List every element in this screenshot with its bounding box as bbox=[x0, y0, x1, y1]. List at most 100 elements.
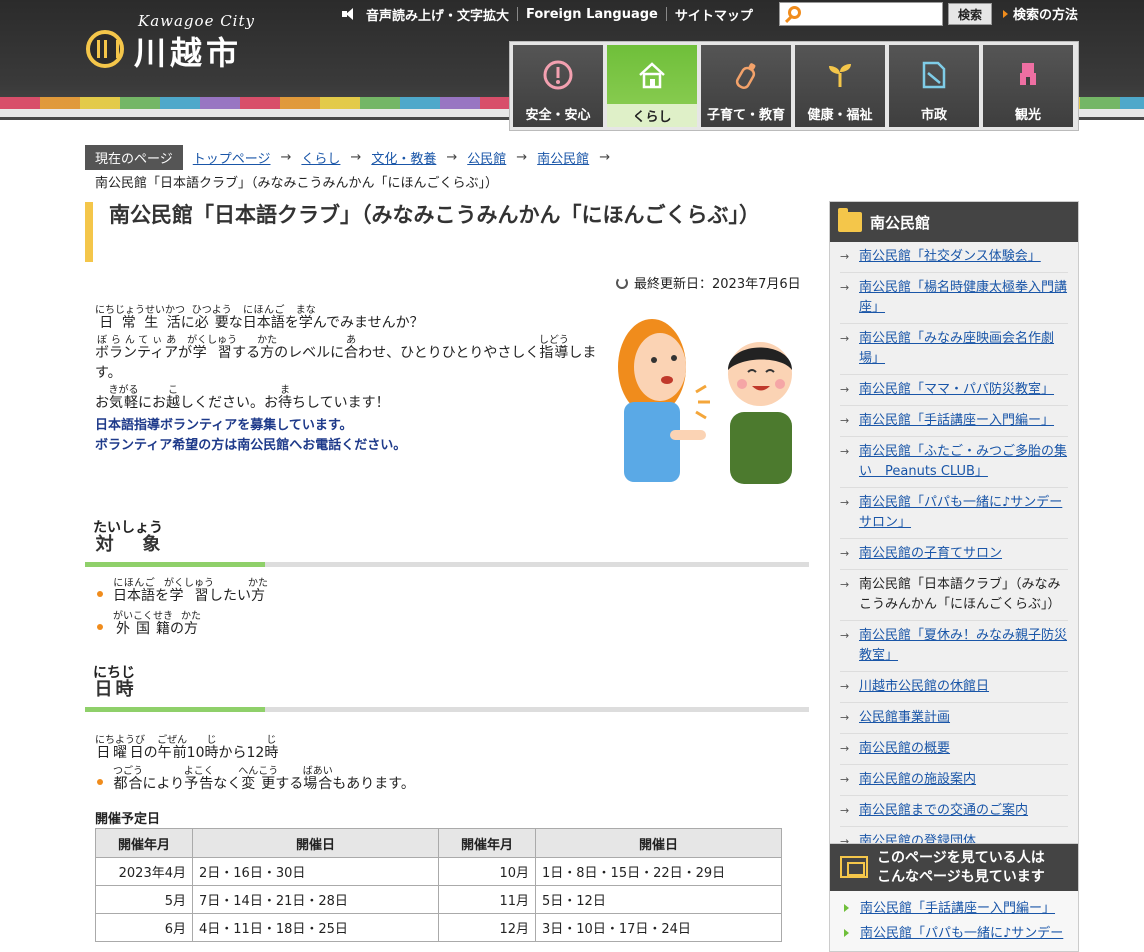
sidebar-link[interactable]: 南公民館「パパも一緒に♪サンデーサロン」 bbox=[859, 495, 1062, 530]
schedule-table-label: 開催予定日 bbox=[95, 812, 161, 827]
nav-health[interactable]: 健康・福祉 bbox=[795, 45, 885, 127]
nav-tourism[interactable]: 観光 bbox=[983, 45, 1073, 127]
table-header: 開催日 bbox=[535, 828, 782, 858]
sidebar-item: 南公民館「楊名時健康太極拳入門講座」 bbox=[840, 273, 1068, 324]
related-link[interactable]: 南公民館「パパも一緒に♪サンデー bbox=[860, 926, 1063, 941]
folder-icon bbox=[838, 208, 862, 232]
breadcrumb-label: 現在のページ bbox=[85, 145, 183, 170]
related-item: 南公民館「手話講座ー入門編ー」 bbox=[842, 895, 1072, 920]
target-list: 日本語にほんごを学習がくしゅうしたい方かた 外国籍がいこくせきの方かた bbox=[95, 578, 268, 644]
related-heading: このページを見ている人は こんなページも見ています bbox=[830, 844, 1078, 891]
related-link[interactable]: 南公民館「手話講座ー入門編ー」 bbox=[860, 901, 1055, 916]
site-logo[interactable]: Kawagoe City 川越市 bbox=[86, 12, 266, 74]
sidebar-link[interactable]: 南公民館「ふたご・みつご多胎の集い Peanuts CLUB」 bbox=[859, 444, 1067, 479]
sidebar-link[interactable]: 南公民館「夏休み！みなみ親子防災教室」 bbox=[859, 628, 1067, 663]
sidebar-item: 南公民館「日本語クラブ」（みなみこうみんかん「にほんごくらぶ」） bbox=[840, 570, 1068, 621]
last-updated: 最終更新日：2023年7月6日 bbox=[616, 273, 801, 292]
logo-name: 川越市 bbox=[134, 34, 243, 72]
breadcrumb-link[interactable]: くらし bbox=[301, 148, 340, 167]
nav-label: 安全・安心 bbox=[525, 108, 591, 123]
document-icon bbox=[922, 61, 946, 89]
nav-cityhall[interactable]: 市政 bbox=[889, 45, 979, 127]
voice-text-link[interactable]: 音声読み上げ・文字拡大 bbox=[366, 5, 509, 24]
alert-icon bbox=[543, 60, 573, 90]
refresh-icon bbox=[616, 277, 628, 289]
foreign-language-link[interactable]: Foreign Language bbox=[526, 7, 658, 22]
nav-safety[interactable]: 安全・安心 bbox=[513, 45, 603, 127]
sidebar-link[interactable]: 南公民館の子育てサロン bbox=[859, 546, 1002, 561]
utility-separator bbox=[665, 7, 667, 21]
search-help-link[interactable]: 検索の方法 bbox=[1003, 4, 1078, 23]
schedule-line: 日曜日にちようびの午前ごぜん10時じから12時じ bbox=[95, 735, 279, 761]
table-row: 6月 4日・11日・18日・25日 12月 3日・10日・17日・24日 bbox=[95, 913, 782, 942]
speaker-icon bbox=[342, 7, 360, 21]
table-cell: 4日・11日・18日・25日 bbox=[192, 913, 439, 942]
table-cell: 3日・10日・17日・24日 bbox=[535, 913, 782, 942]
sidebar-item: 南公民館「夏休み！みなみ親子防災教室」 bbox=[840, 621, 1068, 672]
table-header: 開催日 bbox=[192, 828, 439, 858]
breadcrumb-link[interactable]: 公民館 bbox=[467, 148, 506, 167]
breadcrumb-current: 南公民館「日本語クラブ」（みなみこうみんかん「にほんごくらぶ」） bbox=[95, 176, 499, 191]
table-cell: 12月 bbox=[438, 913, 536, 942]
sidebar-heading: 南公民館 bbox=[830, 202, 1078, 242]
search-box bbox=[779, 2, 943, 26]
sidebar-link[interactable]: 川越市公民館の休館日 bbox=[859, 679, 989, 694]
section-heading-date: 日時にちじ bbox=[85, 665, 809, 712]
nav-label: くらし bbox=[607, 104, 697, 127]
table-header: 開催年月 bbox=[95, 828, 193, 858]
sidebar-link[interactable]: 南公民館までの交通のご案内 bbox=[859, 803, 1028, 818]
sitemap-link[interactable]: サイトマップ bbox=[675, 5, 753, 24]
sidebar-link[interactable]: 南公民館の施設案内 bbox=[859, 772, 976, 787]
sidebar-item: 川越市公民館の休館日 bbox=[840, 672, 1068, 703]
sidebar-link[interactable]: 南公民館の概要 bbox=[859, 741, 950, 756]
nav-childcare[interactable]: 子育て・教育 bbox=[701, 45, 791, 127]
related-item: 南公民館「パパも一緒に♪サンデー bbox=[842, 920, 1072, 945]
breadcrumb-link[interactable]: トップページ bbox=[193, 148, 271, 167]
nav-living[interactable]: くらし bbox=[607, 45, 697, 127]
sprout-icon bbox=[829, 64, 851, 87]
intro-text: 日常生活にちじょうせいかつに必要ひつような日本語にほんごを学まなんでみませんか？… bbox=[95, 305, 600, 415]
sidebar-title: 南公民館 bbox=[870, 214, 931, 232]
table-row: 5月 7日・14日・21日・28日 11月 5日・12日 bbox=[95, 885, 782, 914]
intro-line: お気軽きがるにお越こしください。お待まちしています！ bbox=[95, 385, 390, 411]
sidebar-item: 南公民館「ふたご・みつご多胎の集い Peanuts CLUB」 bbox=[840, 437, 1068, 488]
related-title: このページを見ている人は bbox=[877, 850, 1045, 866]
sidebar-item: 南公民館の概要 bbox=[840, 734, 1068, 765]
last-updated-text: 最終更新日：2023年7月6日 bbox=[634, 277, 801, 292]
sidebar-link[interactable]: 公民館事業計画 bbox=[859, 710, 950, 725]
breadcrumb-link[interactable]: 南公民館 bbox=[537, 148, 589, 167]
intro-line: ボランティアぼらんてぃあが学習がくしゅうする方かたのレベルに合あわせ、ひとりひと… bbox=[95, 335, 597, 381]
related-list: 南公民館「手話講座ー入門編ー」 南公民館「パパも一緒に♪サンデー bbox=[830, 891, 1078, 945]
baby-bottle-icon bbox=[735, 63, 756, 89]
welcome-tower-icon bbox=[1020, 63, 1036, 85]
sidebar-link[interactable]: 南公民館「みなみ座映画会名作劇場」 bbox=[859, 331, 1054, 366]
sidebar-link[interactable]: 南公民館「手話講座ー入門編ー」 bbox=[859, 413, 1054, 428]
sidebar-list: 南公民館「社交ダンス体験会」南公民館「楊名時健康太極拳入門講座」南公民館「みなみ… bbox=[830, 242, 1078, 859]
table-cell: 7日・14日・21日・28日 bbox=[192, 885, 439, 914]
list-item: 日本語にほんごを学習がくしゅうしたい方かた bbox=[95, 578, 268, 605]
table-cell: 5日・12日 bbox=[535, 885, 782, 914]
related-pages-icon bbox=[840, 856, 868, 878]
house-icon bbox=[639, 62, 665, 89]
table-row: 2023年4月 2日・16日・30日 10月 1日・8日・15日・22日・29日 bbox=[95, 857, 782, 886]
list-item: 都合つごうにより予告よこくなく変更へんこうする場合ばあいもあります。 bbox=[95, 766, 415, 793]
sidebar-link[interactable]: 南公民館「楊名時健康太極拳入門講座」 bbox=[859, 280, 1067, 315]
sidebar-item: 南公民館の子育てサロン bbox=[840, 539, 1068, 570]
search-button[interactable]: 検索 bbox=[948, 3, 992, 25]
sidebar-link[interactable]: 南公民館「社交ダンス体験会」 bbox=[859, 249, 1041, 264]
breadcrumb: 現在のページ トップページ → くらし → 文化・教養 → 公民館 → 南公民館 → bbox=[85, 145, 1085, 170]
sidebar-link[interactable]: 南公民館「ママ・パパ防災教室」 bbox=[859, 382, 1054, 397]
schedule-notes: 都合つごうにより予告よこくなく変更へんこうする場合ばあいもあります。 bbox=[95, 766, 415, 793]
section-heading-text: 日時にちじ bbox=[93, 665, 135, 700]
arrow-right-icon: → bbox=[446, 150, 458, 165]
volunteer-notice: 日本語指導ボランティアを募集しています。 ボランティア希望の方は南公民館へお電話… bbox=[95, 416, 595, 456]
list-item: 外国籍がいこくせきの方かた bbox=[95, 611, 268, 638]
nav-label: 市政 bbox=[920, 108, 947, 123]
notice-line: 日本語指導ボランティアを募集しています。 bbox=[95, 418, 353, 433]
sidebar-item-current: 南公民館「日本語クラブ」（みなみこうみんかん「にほんごくらぶ」） bbox=[859, 577, 1061, 612]
conversation-illustration bbox=[618, 319, 792, 484]
search-input[interactable] bbox=[808, 5, 938, 23]
section-heading-text: 対 象たいしょう bbox=[93, 520, 163, 555]
sidebar-item: 南公民館「パパも一緒に♪サンデーサロン」 bbox=[840, 488, 1068, 539]
breadcrumb-link[interactable]: 文化・教養 bbox=[371, 148, 436, 167]
